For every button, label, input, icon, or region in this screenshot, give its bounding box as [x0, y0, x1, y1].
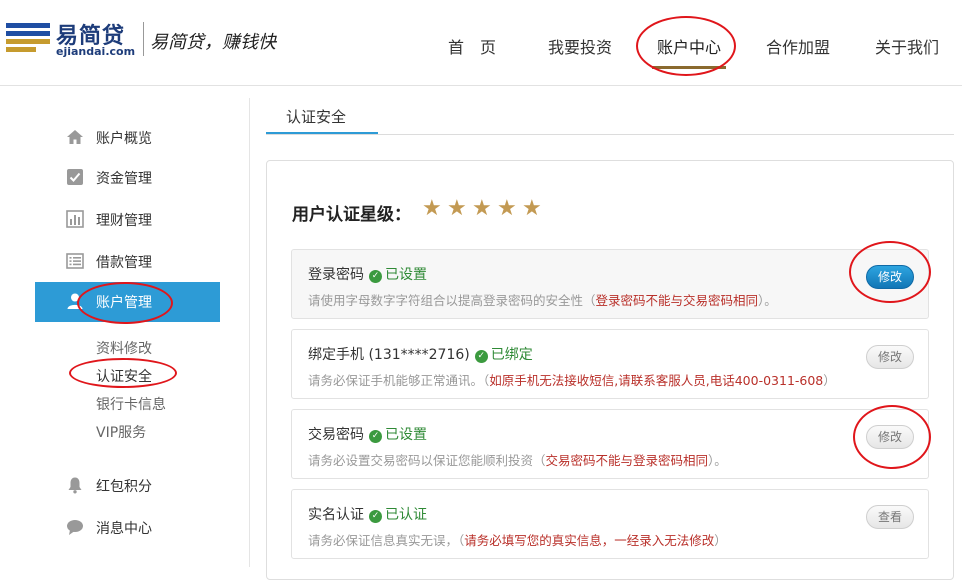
home-icon	[67, 130, 83, 144]
sidebar-item-label: 借款管理	[96, 255, 152, 271]
row-title: 绑定手机 (131****2716) ✓ 已绑定	[308, 347, 533, 363]
check-icon: ✓	[369, 430, 382, 443]
list-icon	[66, 253, 84, 269]
site-logo[interactable]: 易简贷 ejiandai.com	[6, 20, 138, 60]
nav-partner[interactable]: 合作加盟	[766, 34, 830, 58]
sidebar-item-loans[interactable]: 借款管理	[0, 242, 250, 282]
nav-account-center[interactable]: 账户中心	[657, 34, 721, 58]
star-icon: ★	[472, 196, 492, 221]
star-icon: ★	[522, 196, 542, 221]
row-status: 已设置	[385, 427, 427, 443]
sidebar-item-rewards[interactable]: 红包积分	[0, 466, 250, 506]
security-row-trade-password: 交易密码 ✓ 已设置 请务必设置交易密码以保证您能顺利投资（交易密码不能与登录密码相…	[291, 409, 929, 479]
sidebar-item-label: 红包积分	[96, 479, 152, 495]
rating-label: 用户认证星级：	[292, 205, 411, 225]
chat-icon	[67, 520, 83, 535]
tab-security[interactable]: 认证安全	[266, 104, 378, 134]
bell-icon	[68, 477, 82, 494]
checkbox-icon	[67, 169, 83, 185]
star-icon: ★	[497, 196, 517, 221]
logo-domain: ejiandai.com	[56, 45, 136, 58]
row-status: 已绑定	[490, 347, 533, 363]
sidebar-item-funds[interactable]: 资金管理	[0, 158, 250, 198]
nav-invest[interactable]: 我要投资	[548, 34, 612, 58]
submenu-bank-card[interactable]: 银行卡信息	[96, 394, 166, 414]
site-header: 易简贷 ejiandai.com 易简贷，赚钱快 首 页 我要投资 账户中心 合…	[0, 0, 962, 86]
user-icon	[67, 293, 83, 309]
slogan: 易简贷，赚钱快	[150, 32, 276, 53]
row-status: 已认证	[385, 507, 427, 523]
sidebar-item-messages[interactable]: 消息中心	[0, 508, 250, 548]
row-title: 交易密码 ✓ 已设置	[308, 427, 427, 443]
modify-phone-button[interactable]: 修改	[866, 345, 914, 369]
check-icon: ✓	[369, 270, 382, 283]
row-description: 请务必保证信息真实无误，（请务必填写您的真实信息，一经录入无法修改）	[308, 533, 727, 548]
row-title: 实名认证 ✓ 已认证	[308, 507, 427, 523]
check-icon: ✓	[474, 350, 488, 363]
sidebar-item-label: 理财管理	[96, 213, 152, 229]
sidebar-item-wealth[interactable]: 理财管理	[0, 200, 250, 240]
security-row-phone: 绑定手机 (131****2716) ✓ 已绑定 请务必保证手机能够正常通讯。（如原…	[291, 329, 929, 399]
submenu-security[interactable]: 认证安全	[96, 366, 152, 386]
star-icon: ★	[422, 196, 442, 221]
sidebar-item-label: 账户管理	[96, 295, 152, 311]
modify-trade-password-button[interactable]: 修改	[866, 425, 914, 449]
rating-stars: ★ ★ ★ ★ ★	[422, 198, 547, 220]
security-row-login-password: 登录密码 ✓ 已设置 请使用字母数字字符组合以提高登录密码的安全性（登录密码不能与交…	[291, 249, 929, 319]
logo-divider	[143, 22, 144, 56]
nav-home[interactable]: 首 页	[448, 34, 496, 58]
row-description: 请务必设置交易密码以保证您能顺利投资（交易密码不能与登录密码相同）。	[308, 453, 727, 468]
submenu-vip[interactable]: VIP服务	[96, 422, 146, 442]
row-description: 请务必保证手机能够正常通讯。（如原手机无法接收短信,请联系客服人员,电话400-…	[308, 373, 836, 388]
nav-active-underline	[652, 66, 726, 69]
security-row-real-name: 实名认证 ✓ 已认证 请务必保证信息真实无误，（请务必填写您的真实信息，一经录入无法…	[291, 489, 929, 559]
bar-chart-icon	[66, 210, 84, 228]
sidebar-item-label: 账户概览	[96, 131, 152, 147]
modify-login-password-button[interactable]: 修改	[866, 265, 914, 289]
tab-divider	[266, 134, 954, 135]
check-icon: ✓	[369, 510, 382, 523]
row-description: 请使用字母数字字符组合以提高登录密码的安全性（登录密码不能与交易密码相同）。	[308, 293, 777, 308]
nav-about[interactable]: 关于我们	[875, 34, 939, 58]
view-real-name-button[interactable]: 查看	[866, 505, 914, 529]
star-icon: ★	[447, 196, 467, 221]
logo-mark	[6, 23, 50, 53]
row-status: 已设置	[385, 267, 427, 283]
sidebar-item-account-management[interactable]: 账户管理	[35, 282, 220, 322]
row-title: 登录密码 ✓ 已设置	[308, 267, 427, 283]
sidebar-item-overview[interactable]: 账户概览	[0, 118, 250, 158]
sidebar-item-label: 资金管理	[96, 171, 152, 187]
submenu-profile-edit[interactable]: 资料修改	[96, 338, 152, 358]
sidebar-item-label: 消息中心	[96, 521, 152, 537]
